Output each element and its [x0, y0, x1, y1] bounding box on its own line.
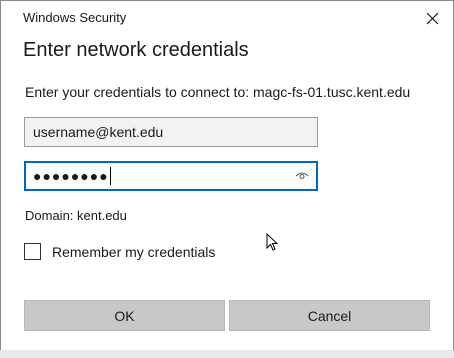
remember-credentials-option[interactable]: Remember my credentials: [24, 241, 215, 262]
cancel-button[interactable]: Cancel: [229, 300, 430, 331]
close-icon[interactable]: [421, 7, 443, 29]
mouse-cursor-icon: [266, 232, 280, 253]
password-field[interactable]: ●●●●●●●●: [24, 161, 318, 191]
password-masked-value: ●●●●●●●●: [33, 168, 109, 184]
username-value: username@kent.edu: [33, 124, 164, 140]
background-window-strip: [0, 350, 454, 358]
dialog-heading: Enter network credentials: [23, 39, 249, 61]
remember-checkbox-label[interactable]: Remember my credentials: [52, 244, 215, 260]
eye-icon[interactable]: [294, 169, 310, 183]
credentials-dialog: Windows Security Enter network credentia…: [0, 0, 454, 352]
text-caret: [109, 167, 111, 185]
ok-button[interactable]: OK: [24, 300, 225, 331]
remember-checkbox[interactable]: [24, 243, 41, 260]
window-title: Windows Security: [23, 10, 127, 25]
title-bar[interactable]: Windows Security: [1, 1, 453, 33]
domain-label: Domain: kent.edu: [25, 208, 127, 223]
username-field[interactable]: username@kent.edu: [24, 117, 318, 147]
connection-prompt: Enter your credentials to connect to: ma…: [25, 84, 411, 100]
